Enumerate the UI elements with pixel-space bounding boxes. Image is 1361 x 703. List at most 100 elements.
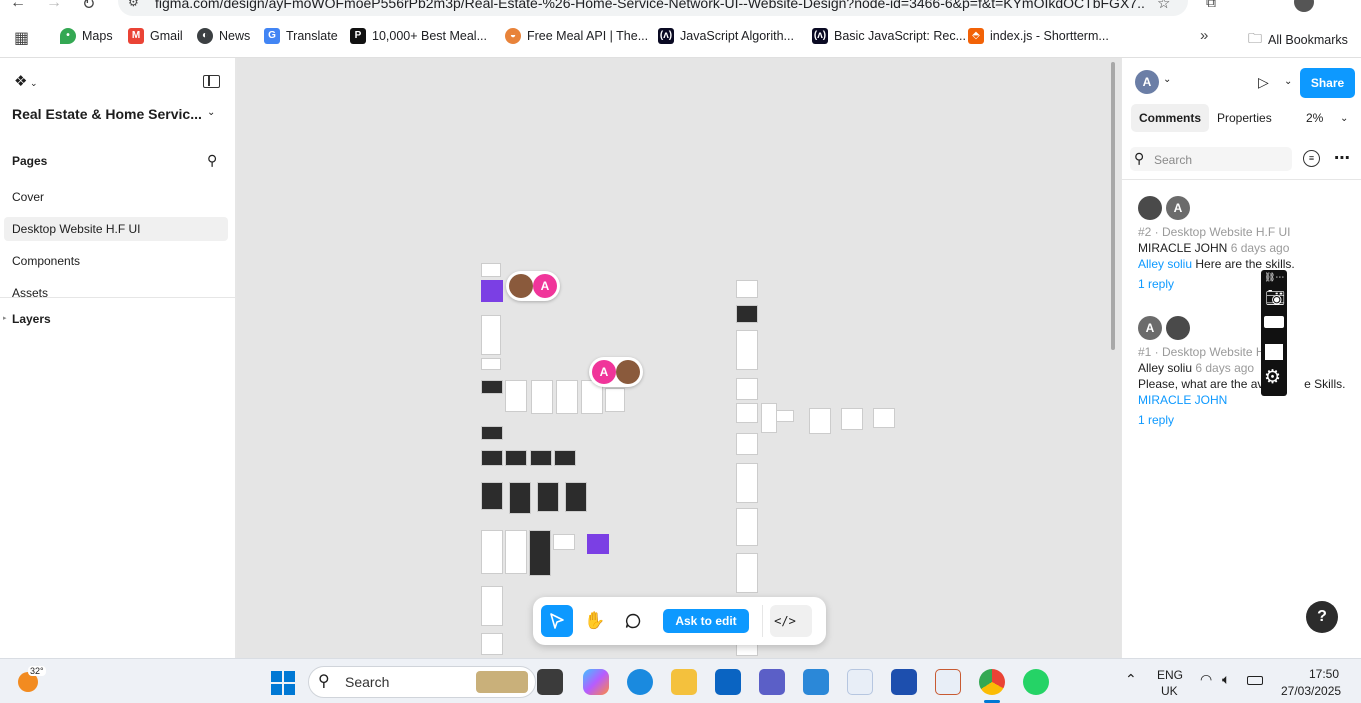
chevron-down-icon[interactable]: ⌄ bbox=[1163, 74, 1171, 85]
bookmark-star-icon[interactable]: ☆ bbox=[1157, 0, 1170, 12]
design-canvas[interactable]: A A ✋ Ask to edit </> bbox=[237, 58, 1121, 658]
frame-thumbnail[interactable] bbox=[736, 463, 758, 503]
share-button[interactable]: Share bbox=[1300, 68, 1355, 98]
frame-thumbnail[interactable] bbox=[736, 330, 758, 370]
frame-thumbnail[interactable] bbox=[537, 482, 559, 512]
panel-toggle-icon[interactable] bbox=[203, 75, 220, 88]
file-title[interactable]: Real Estate & Home Servic... bbox=[12, 106, 202, 122]
frame-thumbnail[interactable] bbox=[761, 403, 777, 433]
frame-thumbnail[interactable] bbox=[587, 534, 609, 554]
frame-thumbnail[interactable] bbox=[873, 408, 895, 428]
frame-thumbnail[interactable] bbox=[841, 408, 863, 430]
video-icon[interactable] bbox=[1264, 316, 1284, 328]
reply-count-link[interactable]: 1 reply bbox=[1138, 277, 1174, 291]
site-info-icon[interactable]: ⚙ bbox=[128, 0, 139, 9]
frame-thumbnail[interactable] bbox=[481, 450, 503, 466]
frame-thumbnail[interactable] bbox=[530, 450, 552, 466]
caret-right-icon[interactable]: ▸ bbox=[3, 314, 7, 322]
chrome-icon[interactable] bbox=[979, 669, 1005, 695]
more-options-icon[interactable]: ⋯ bbox=[1334, 148, 1350, 168]
frame-thumbnail[interactable] bbox=[505, 530, 527, 574]
frame-thumbnail[interactable] bbox=[736, 280, 758, 298]
wifi-icon[interactable]: ◠ bbox=[1200, 671, 1212, 688]
teams-icon[interactable] bbox=[759, 669, 785, 695]
frame-thumbnail[interactable] bbox=[553, 534, 575, 550]
apps-grid-icon[interactable]: ▦ bbox=[14, 28, 29, 48]
store-icon[interactable] bbox=[891, 669, 917, 695]
tab-properties[interactable]: Properties bbox=[1209, 104, 1280, 132]
frame-thumbnail[interactable] bbox=[481, 358, 501, 370]
frame-thumbnail[interactable] bbox=[481, 380, 503, 394]
reply-count-link[interactable]: 1 reply bbox=[1138, 413, 1174, 427]
camera-icon[interactable]: 📷︎ bbox=[1265, 288, 1285, 308]
frame-thumbnail[interactable] bbox=[481, 315, 501, 355]
volume-icon[interactable]: 🔈︎ bbox=[1222, 671, 1230, 688]
bookmark-meal[interactable]: P 10,000+ Best Meal... bbox=[350, 28, 487, 44]
frame-thumbnail[interactable] bbox=[481, 482, 503, 510]
chevron-down-icon[interactable]: ⌄ bbox=[207, 107, 215, 118]
bookmark-index-js[interactable]: ⬘ index.js - Shortterm... bbox=[968, 28, 1109, 44]
reload-icon[interactable]: ↻ bbox=[82, 0, 95, 14]
all-bookmarks[interactable]: 🗀 All Bookmarks bbox=[1248, 28, 1348, 52]
layers-heading[interactable]: Layers bbox=[12, 312, 51, 326]
battery-icon[interactable] bbox=[1247, 676, 1263, 685]
tab-comments[interactable]: Comments bbox=[1131, 104, 1210, 132]
bookmark-news[interactable]: ◐ News bbox=[197, 28, 250, 44]
bookmark-js-algorithms[interactable]: (ʌ) JavaScript Algorith... bbox=[658, 28, 794, 44]
windows-start-icon[interactable] bbox=[271, 671, 295, 695]
frame-thumbnail[interactable] bbox=[736, 508, 758, 546]
bookmark-basic-js[interactable]: (ʌ) Basic JavaScript: Rec... bbox=[812, 28, 966, 44]
link-icon[interactable]: ⛓⋯ bbox=[1264, 272, 1284, 283]
frame-thumbnail[interactable] bbox=[736, 403, 758, 423]
dev-mode-toggle[interactable]: </> bbox=[770, 605, 812, 637]
language-indicator[interactable]: ENG bbox=[1157, 668, 1183, 682]
clock-time[interactable]: 17:50 bbox=[1309, 667, 1339, 681]
chevron-right-double-icon[interactable]: » bbox=[1200, 27, 1208, 44]
url-text[interactable]: figma.com/design/ayFmoWOFmoeP556rPb2m3p/… bbox=[155, 0, 1145, 11]
vscode-icon[interactable] bbox=[803, 669, 829, 695]
frame-thumbnail[interactable] bbox=[481, 586, 503, 626]
frame-thumbnail[interactable] bbox=[481, 530, 503, 574]
frame-thumbnail[interactable] bbox=[481, 280, 503, 302]
whatsapp-icon[interactable] bbox=[1023, 669, 1049, 695]
comment-tool-button[interactable] bbox=[617, 605, 649, 637]
bookmark-meal-api[interactable]: ◒ Free Meal API | The... bbox=[505, 28, 648, 44]
mention[interactable]: Alley soliu bbox=[1138, 257, 1192, 271]
frame-thumbnail[interactable] bbox=[531, 380, 553, 414]
frame-thumbnail[interactable] bbox=[481, 263, 501, 277]
frame-thumbnail[interactable] bbox=[509, 482, 531, 514]
frame-thumbnail[interactable] bbox=[505, 380, 527, 412]
user-avatar[interactable]: A bbox=[1135, 70, 1159, 94]
bookmark-translate[interactable]: G Translate bbox=[264, 28, 338, 44]
window-icon[interactable] bbox=[1265, 344, 1283, 360]
search-icon[interactable]: ⚲ bbox=[207, 152, 217, 169]
help-button[interactable]: ? bbox=[1306, 601, 1338, 633]
frame-thumbnail[interactable] bbox=[736, 433, 758, 455]
filter-icon[interactable]: ≡ bbox=[1303, 150, 1320, 167]
frame-thumbnail[interactable] bbox=[736, 553, 758, 593]
frame-thumbnail[interactable] bbox=[481, 426, 503, 440]
copilot-icon[interactable] bbox=[583, 669, 609, 695]
extensions-icon[interactable]: ⧉ bbox=[1206, 0, 1216, 11]
page-item-desktop-website[interactable]: Desktop Website H.F UI bbox=[4, 217, 228, 241]
frame-thumbnail[interactable] bbox=[505, 450, 527, 466]
zoom-level[interactable]: 2% bbox=[1306, 111, 1323, 125]
language-region[interactable]: UK bbox=[1161, 684, 1178, 698]
edge-browser-icon[interactable] bbox=[627, 669, 653, 695]
gear-icon[interactable]: ⚙ bbox=[1264, 366, 1281, 389]
frame-thumbnail[interactable] bbox=[556, 380, 578, 414]
outlook-icon[interactable] bbox=[715, 669, 741, 695]
hand-tool-button[interactable]: ✋ bbox=[579, 605, 611, 637]
chevron-down-icon[interactable]: ⌄ bbox=[1340, 113, 1348, 124]
frame-thumbnail[interactable] bbox=[809, 408, 831, 434]
frame-thumbnail[interactable] bbox=[736, 378, 758, 400]
bookmark-maps[interactable]: • Maps bbox=[60, 28, 113, 44]
app-icon[interactable] bbox=[847, 669, 873, 695]
clock-date[interactable]: 27/03/2025 bbox=[1281, 684, 1341, 698]
move-tool-button[interactable] bbox=[541, 605, 573, 637]
page-item-cover[interactable]: Cover bbox=[12, 190, 44, 204]
file-explorer-icon[interactable] bbox=[671, 669, 697, 695]
canvas-scrollbar[interactable] bbox=[1111, 62, 1115, 350]
chevron-down-icon[interactable]: ⌄ bbox=[1284, 76, 1292, 87]
snipping-tool-icon[interactable] bbox=[935, 669, 961, 695]
